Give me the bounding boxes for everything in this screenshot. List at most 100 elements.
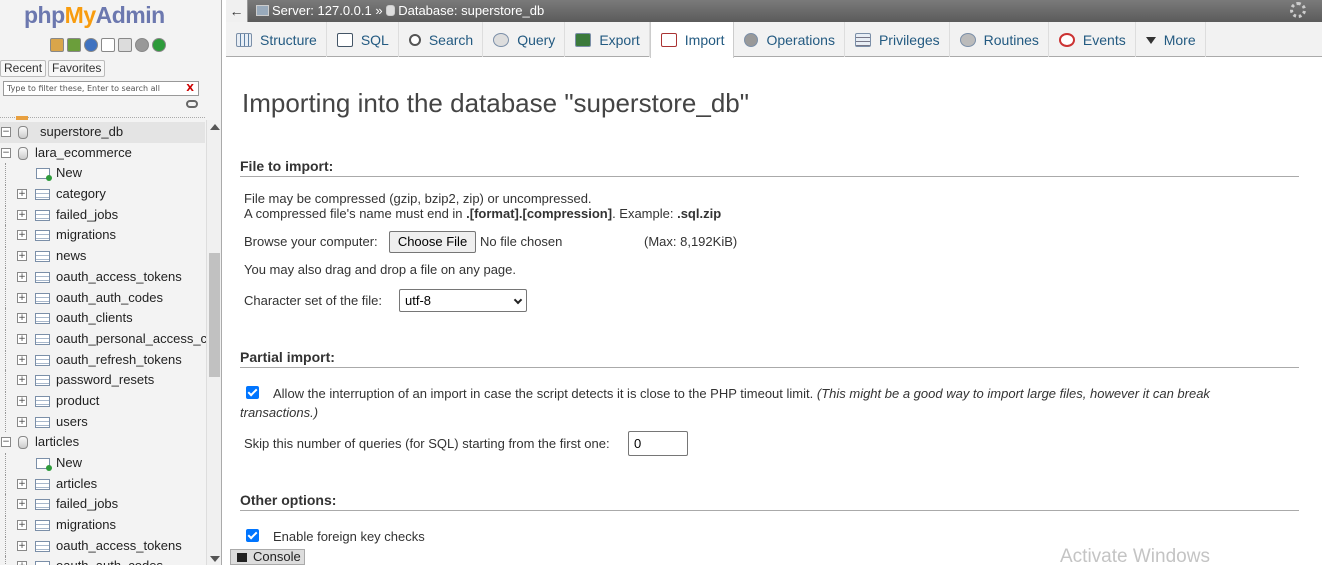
tree-item-label[interactable]: category [56, 184, 106, 204]
tree-item-label[interactable]: oauth_refresh_tokens [56, 350, 182, 370]
tree-item-label[interactable]: oauth_personal_access_c [56, 329, 207, 349]
breadcrumb-server[interactable]: Server: 127.0.0.1 [272, 3, 372, 18]
tree-item-label[interactable]: New [56, 453, 82, 473]
scroll-down-arrow-icon[interactable] [210, 556, 220, 562]
tree-item-label[interactable]: failed_jobs [56, 494, 118, 514]
expand-icon[interactable]: + [17, 416, 27, 427]
expand-icon[interactable]: + [17, 375, 27, 386]
collapse-icon[interactable]: − [1, 437, 11, 448]
collapse-icon[interactable]: − [1, 147, 11, 158]
tree-table-item[interactable]: + category [0, 184, 205, 205]
expand-icon[interactable]: + [17, 189, 27, 200]
tab-import[interactable]: Import [649, 22, 735, 58]
tab-events[interactable]: Events [1049, 22, 1136, 57]
foreign-key-checkbox[interactable] [246, 529, 259, 542]
expand-icon[interactable]: + [17, 520, 27, 531]
breadcrumb-database[interactable]: Database: superstore_db [398, 3, 544, 18]
allow-interrupt-checkbox[interactable] [246, 386, 259, 399]
phpmyadmin-logo[interactable]: phpMyAdmin [24, 2, 165, 29]
tree-table-item[interactable]: + oauth_access_tokens [0, 535, 205, 557]
tree-table-item[interactable]: + oauth_clients [0, 308, 205, 329]
settings-icon[interactable] [135, 38, 149, 52]
tree-item-label[interactable]: product [56, 391, 99, 411]
tree-table-item[interactable]: + news [0, 246, 205, 267]
tab-structure[interactable]: Structure [226, 22, 327, 57]
tree-table-item[interactable]: + oauth_access_tokens [0, 266, 205, 288]
favorites-tab[interactable]: Favorites [48, 60, 106, 77]
tree-item-label[interactable]: New [56, 163, 82, 183]
skip-queries-input[interactable]: 0 [628, 431, 688, 456]
expand-icon[interactable]: + [17, 561, 27, 565]
tree-item-label[interactable]: users [56, 412, 88, 432]
tree-table-item[interactable]: + oauth_personal_access_c [0, 328, 207, 350]
expand-icon[interactable]: + [17, 313, 27, 324]
reload-icon[interactable] [152, 38, 166, 52]
tree-table-item[interactable]: + oauth_auth_codes [0, 556, 205, 565]
expand-icon[interactable]: + [17, 230, 27, 241]
link-with-main-panel-icon[interactable] [186, 100, 198, 108]
help-icon[interactable] [84, 38, 98, 52]
page-settings-icon[interactable] [1290, 2, 1306, 18]
clear-filter-button[interactable]: X [186, 82, 194, 95]
tab-query[interactable]: Query [483, 22, 566, 57]
navigation-scrollbar[interactable] [206, 120, 221, 565]
expand-icon[interactable]: + [17, 478, 27, 489]
tree-item-label[interactable]: news [56, 246, 86, 266]
tree-item-label[interactable]: oauth_access_tokens [56, 267, 182, 287]
tree-table-item[interactable]: + failed_jobs [0, 204, 205, 226]
expand-icon[interactable]: + [17, 395, 27, 406]
expand-icon[interactable]: + [17, 209, 27, 220]
sql-docs-icon[interactable] [118, 38, 132, 52]
tree-table-item[interactable]: + failed_jobs [0, 494, 205, 515]
tree-table-item[interactable]: + product [0, 390, 205, 412]
tree-new-item[interactable]: New [0, 453, 205, 474]
expand-icon[interactable]: + [17, 499, 27, 510]
tree-item-label[interactable]: password_resets [56, 370, 154, 390]
tree-item-label[interactable]: oauth_clients [56, 308, 133, 328]
tree-database-item[interactable]: − superstore_db [0, 122, 205, 143]
tree-item-label[interactable]: articles [56, 474, 97, 494]
tree-item-label[interactable]: oauth_auth_codes [56, 556, 163, 565]
tree-item-label[interactable]: superstore_db [40, 122, 123, 142]
tree-item-label[interactable]: failed_jobs [56, 205, 118, 225]
tree-new-item[interactable]: New [0, 163, 205, 184]
tab-operations[interactable]: Operations [734, 22, 845, 57]
expand-icon[interactable]: + [17, 292, 27, 303]
tree-item-label[interactable]: oauth_auth_codes [56, 288, 163, 308]
logout-icon[interactable] [67, 38, 81, 52]
expand-icon[interactable]: + [17, 540, 27, 551]
tree-table-item[interactable]: + articles [0, 473, 205, 495]
tree-table-item[interactable]: + password_resets [0, 370, 205, 391]
home-icon[interactable] [50, 38, 64, 52]
tree-item-label[interactable]: migrations [56, 515, 116, 535]
scrollbar-thumb[interactable] [209, 253, 220, 377]
expand-icon[interactable]: + [17, 251, 27, 262]
console-toggle[interactable]: Console [230, 549, 305, 565]
tree-table-item[interactable]: + migrations [0, 515, 205, 536]
expand-icon[interactable]: + [17, 333, 27, 344]
tree-table-item[interactable]: + migrations [0, 225, 205, 246]
tab-privileges[interactable]: Privileges [845, 22, 950, 57]
expand-icon[interactable]: + [17, 271, 27, 282]
choose-file-button[interactable]: Choose File [389, 231, 476, 253]
tab-export[interactable]: Export [565, 22, 650, 57]
tree-table-item[interactable]: + oauth_refresh_tokens [0, 349, 205, 371]
tree-database-item[interactable]: − lara_ecommerce [0, 143, 205, 164]
collapse-navigation-button[interactable]: ← [226, 0, 248, 22]
tab-more[interactable]: More [1136, 22, 1206, 57]
collapse-icon[interactable]: − [1, 127, 11, 137]
expand-icon[interactable]: + [17, 354, 27, 365]
tree-item-label[interactable]: oauth_access_tokens [56, 536, 182, 556]
charset-select[interactable]: utf-8 [399, 289, 527, 312]
scroll-up-arrow-icon[interactable] [210, 124, 220, 130]
tree-item-label[interactable]: lara_ecommerce [35, 143, 132, 163]
tab-routines[interactable]: Routines [950, 22, 1049, 57]
tree-database-item[interactable]: − larticles [0, 432, 205, 453]
tab-search[interactable]: Search [399, 22, 484, 57]
tree-table-item[interactable]: + users [0, 411, 205, 433]
documentation-icon[interactable] [101, 38, 115, 52]
navigation-filter-input[interactable]: Type to filter these, Enter to search al… [3, 81, 199, 96]
tab-sql[interactable]: SQL [327, 22, 399, 57]
recent-tab[interactable]: Recent [0, 60, 47, 77]
tree-item-label[interactable]: migrations [56, 225, 116, 245]
